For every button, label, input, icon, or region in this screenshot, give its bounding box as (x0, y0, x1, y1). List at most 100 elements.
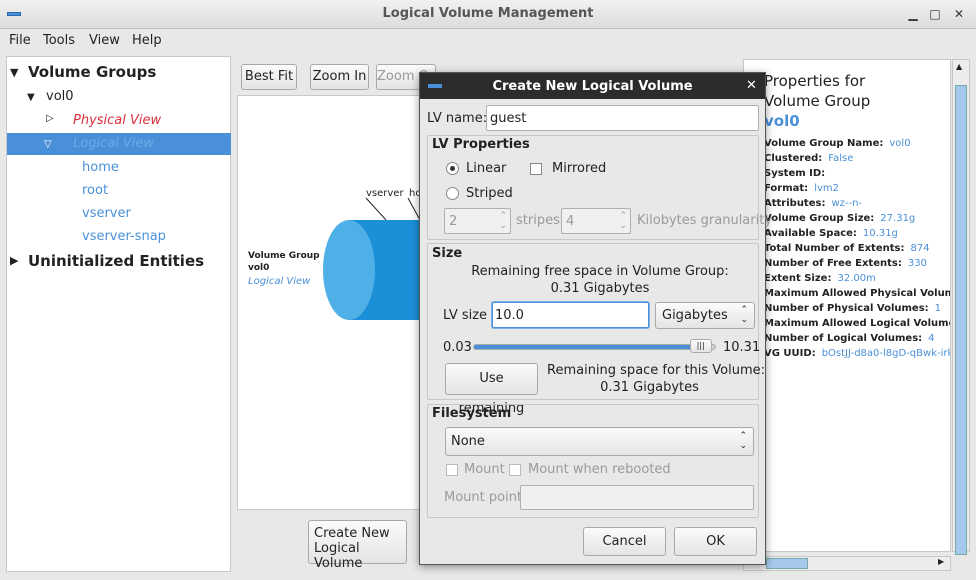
radio-dot (450, 166, 455, 171)
kb-value: 4 (566, 214, 575, 229)
prop-value: lvm2 (814, 183, 839, 194)
menu-view[interactable]: View (89, 33, 120, 48)
lv-name-input[interactable]: guest (486, 105, 759, 131)
spinner-arrows-icon[interactable]: ⌃ ⌄ (619, 211, 627, 231)
tree-physical-view[interactable]: Physical View (73, 113, 161, 128)
best-fit-button[interactable]: Best Fit (241, 64, 297, 90)
menu-help[interactable]: Help (132, 33, 162, 48)
create-lv-line2: Logical Volume (314, 541, 363, 571)
prop-value: 32.00m (837, 273, 876, 284)
expander-down-icon[interactable]: ▼ (10, 66, 18, 79)
size-slider-thumb[interactable]: ||| (689, 339, 712, 353)
ok-button[interactable]: OK (674, 527, 757, 556)
prop-label: Number of Physical Volumes: (764, 303, 929, 314)
prop-value: vol0 (889, 138, 911, 149)
mirrored-label: Mirrored (552, 161, 607, 176)
prop-label: Attributes: (764, 198, 826, 209)
cylinder-end (323, 220, 375, 320)
props-hscrollbar[interactable]: ▶ (743, 556, 951, 571)
minimize-icon[interactable]: ▁ (906, 7, 920, 21)
mount-reboot-checkbox[interactable] (509, 464, 521, 476)
prop-label: Extent Size: (764, 273, 832, 284)
prop-row: Number of Physical Volumes: 1 (764, 301, 950, 316)
maximize-icon[interactable]: □ (928, 7, 942, 21)
tree-lv-vserver[interactable]: vserver (82, 206, 131, 221)
prop-value: 1 (934, 303, 942, 314)
prop-label: Number of Free Extents: (764, 258, 902, 269)
label-line (365, 197, 387, 221)
expander-right-icon[interactable]: ▶ (10, 254, 18, 267)
mirrored-checkbox[interactable] (530, 163, 542, 175)
unit-select[interactable]: Gigabytes ⌃ ⌄ (655, 302, 755, 329)
remaining-lv-value: 0.31 Gigabytes (600, 380, 699, 395)
zoom-in-button[interactable]: Zoom In (310, 64, 369, 90)
prop-value: bOstJJ-d8a0-l8gD-qBwk-irkl (821, 348, 951, 359)
props-vg-name: vol0 (764, 112, 800, 130)
volume-diagram (323, 197, 424, 320)
prop-row: Maximum Allowed Logical Volumes: (764, 316, 950, 331)
prop-label: Maximum Allowed Physical Volumes: (764, 288, 950, 299)
tree-lv-vserver-snap[interactable]: vserver-snap (82, 229, 166, 244)
props-vscrollbar[interactable]: ▲ (952, 59, 970, 555)
tree-logical-view[interactable]: Logical View (73, 136, 154, 151)
prop-value: 10.31g (862, 228, 898, 239)
prop-label: Format: (764, 183, 809, 194)
mount-point-label: Mount point: (444, 490, 527, 505)
size-slider-track[interactable] (473, 344, 716, 350)
scroll-thumb[interactable] (955, 85, 967, 555)
scroll-up-icon[interactable]: ▲ (956, 62, 962, 71)
mount-checkbox[interactable] (446, 464, 458, 476)
prop-row: Number of Logical Volumes: 4 (764, 331, 950, 346)
tree-lv-home[interactable]: home (82, 160, 119, 175)
props-list: Volume Group Name: vol0 Clustered: False Sys… (764, 136, 951, 361)
prop-value: wz--n- (831, 198, 863, 209)
prop-row: Format: lvm2 (764, 181, 950, 196)
hscroll-thumb[interactable] (766, 558, 808, 569)
menu-tools[interactable]: Tools (43, 33, 75, 48)
striped-label: Striped (466, 186, 513, 201)
prop-row: Extent Size: 32.00m (764, 271, 950, 286)
scroll-right-icon[interactable]: ▶ (938, 557, 944, 566)
prop-value: 4 (928, 333, 935, 344)
props-title2: Volume Group (764, 92, 871, 110)
expander-right-icon[interactable]: ▷ (46, 113, 54, 124)
cancel-button[interactable]: Cancel (583, 527, 666, 556)
lv-label-vserver: vserver (366, 188, 404, 199)
spinner-arrows-icon[interactable]: ⌃ ⌄ (499, 211, 507, 231)
prop-row: Maximum Allowed Physical Volumes: (764, 286, 950, 301)
remaining-lv-label: Remaining space for this Volume: (547, 363, 766, 378)
striped-radio[interactable] (446, 187, 459, 200)
filesystem-header: Filesystem (432, 406, 512, 421)
tree-vol0[interactable]: vol0 (46, 89, 74, 104)
tree-lv-root[interactable]: root (82, 183, 108, 198)
stripes-label: stripes (516, 213, 560, 228)
dialog-title: Create New Logical Volume (492, 79, 693, 94)
prop-label: Total Number of Extents: (764, 243, 905, 254)
size-header: Size (432, 246, 463, 261)
prop-row: Total Number of Extents: 874 (764, 241, 950, 256)
expander-down-icon[interactable]: ▽ (44, 139, 52, 150)
use-remaining-button[interactable]: Use remaining (445, 363, 538, 416)
slider-max: 10.31 (723, 340, 761, 355)
mount-label: Mount (464, 462, 505, 477)
lv-size-input[interactable]: 10.0 (492, 302, 649, 328)
lv-size-label: LV size (443, 308, 488, 323)
tree-volume-groups[interactable]: Volume Groups (28, 63, 156, 81)
prop-value: False (828, 153, 854, 164)
prop-value: 330 (907, 258, 927, 269)
filesystem-select[interactable]: None ⌃ ⌄ (445, 427, 754, 456)
linear-radio[interactable] (446, 162, 459, 175)
props-title1: Properties for (764, 72, 866, 90)
stripes-spinner[interactable]: 2 ⌃ ⌄ (444, 208, 511, 234)
close-icon[interactable]: ✕ (952, 7, 966, 21)
expander-down-icon[interactable]: ▼ (27, 92, 35, 103)
size-slider-fill (474, 345, 708, 349)
mount-point-input[interactable] (520, 485, 754, 510)
dialog-close-icon[interactable]: ✕ (746, 78, 757, 93)
create-lv-button[interactable]: Create New Logical Volume (308, 520, 407, 571)
prop-row: Volume Group Size: 27.31g (764, 211, 950, 226)
kb-spinner[interactable]: 4 ⌃ ⌄ (561, 208, 631, 234)
slider-min: 0.03 (443, 340, 472, 355)
tree-uninitialized[interactable]: Uninitialized Entities (28, 252, 204, 270)
menu-file[interactable]: File (9, 33, 31, 48)
